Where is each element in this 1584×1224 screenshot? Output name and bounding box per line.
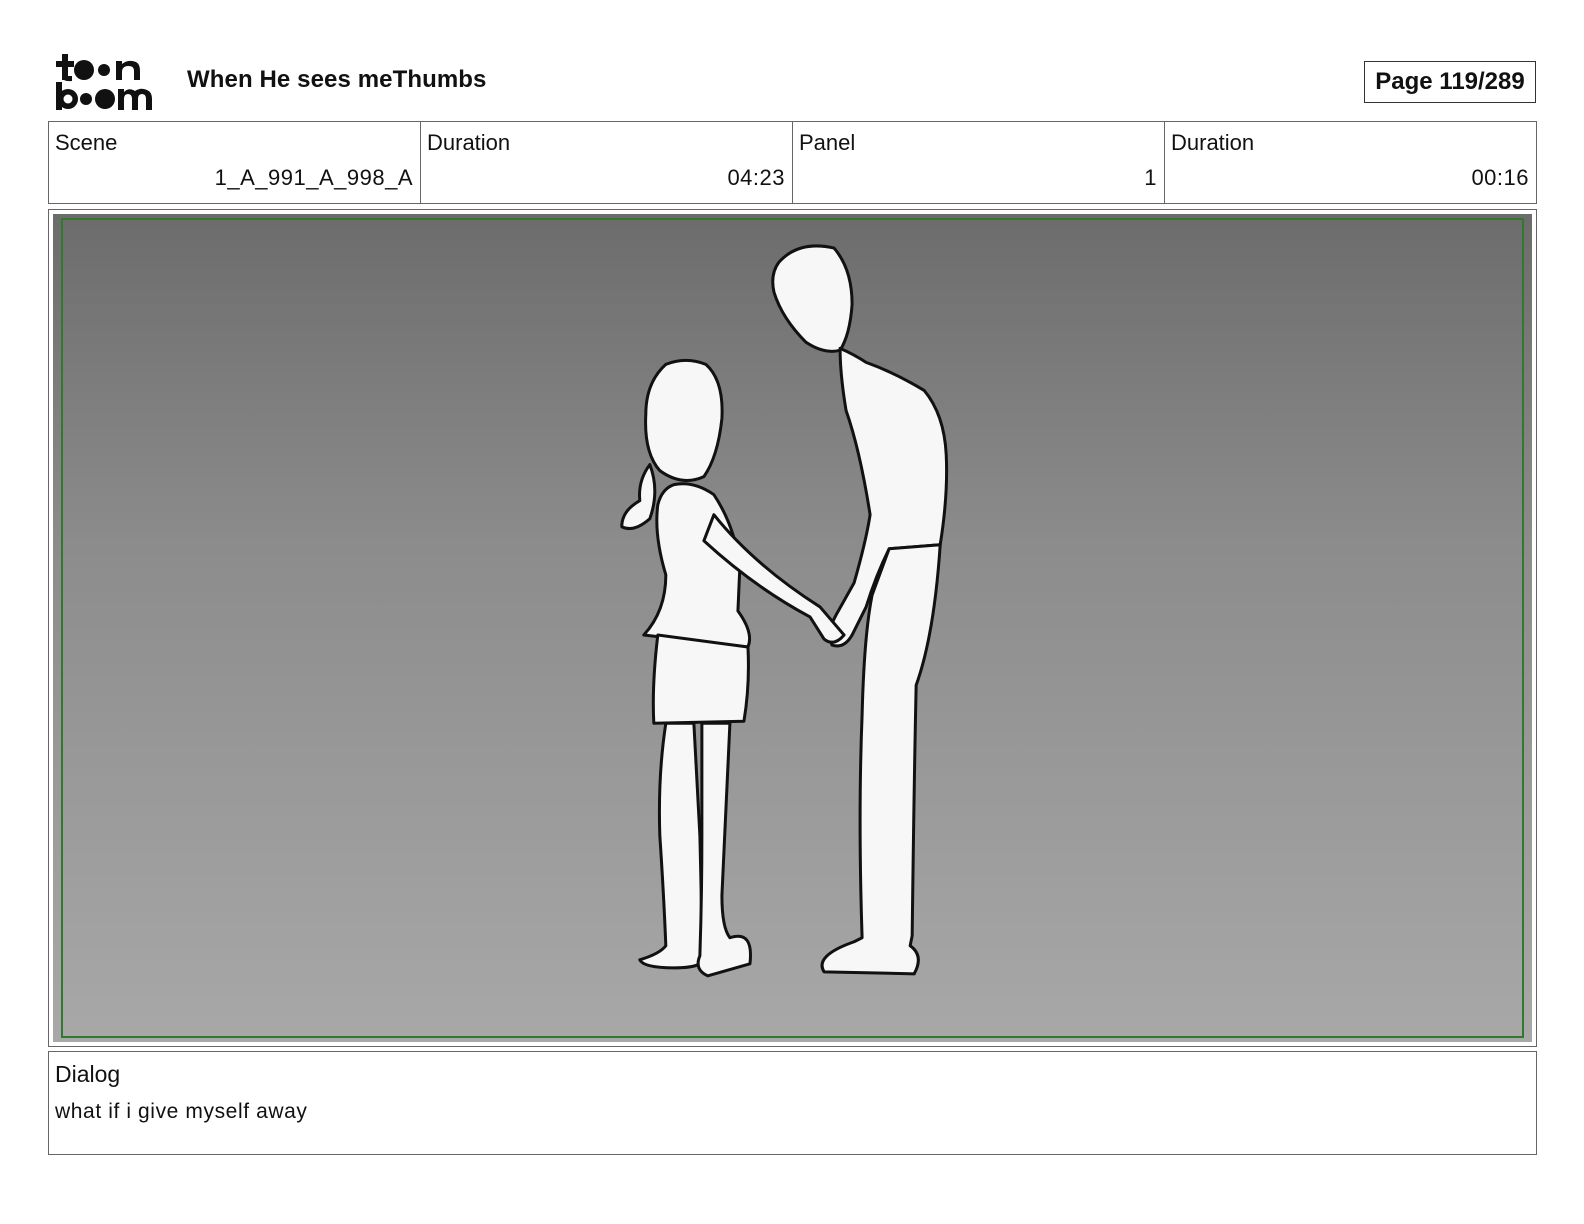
scene-value: 1_A_991_A_998_A (214, 165, 413, 190)
scene-cell: Scene 1_A_991_A_998_A (49, 122, 421, 203)
page-indicator: Page 119/289 (1364, 61, 1536, 103)
panel-duration-value: 00:16 (1471, 165, 1529, 190)
dialog-box: Dialog what if i give myself away (48, 1051, 1537, 1155)
panel-duration-label: Duration (1171, 130, 1255, 155)
scene-info-table: Scene 1_A_991_A_998_A Duration 04:23 Pan… (48, 121, 1537, 204)
panel-duration-cell: Duration 00:16 (1165, 122, 1536, 203)
scene-duration-value: 04:23 (727, 165, 785, 190)
panel-safe-frame (61, 218, 1524, 1038)
storyboard-panel (48, 209, 1537, 1047)
scene-duration-cell: Duration 04:23 (421, 122, 793, 203)
panel-label: Panel (799, 130, 856, 155)
dialog-label: Dialog (55, 1061, 121, 1087)
document-title: When He sees meThumbs (187, 66, 487, 93)
scene-duration-label: Duration (427, 130, 511, 155)
panel-cell: Panel 1 (793, 122, 1165, 203)
panel-background (53, 214, 1532, 1042)
dialog-text: what if i give myself away (55, 1100, 308, 1123)
toonboom-logo (56, 54, 152, 110)
scene-label: Scene (55, 130, 118, 155)
panel-value: 1 (1144, 165, 1157, 190)
